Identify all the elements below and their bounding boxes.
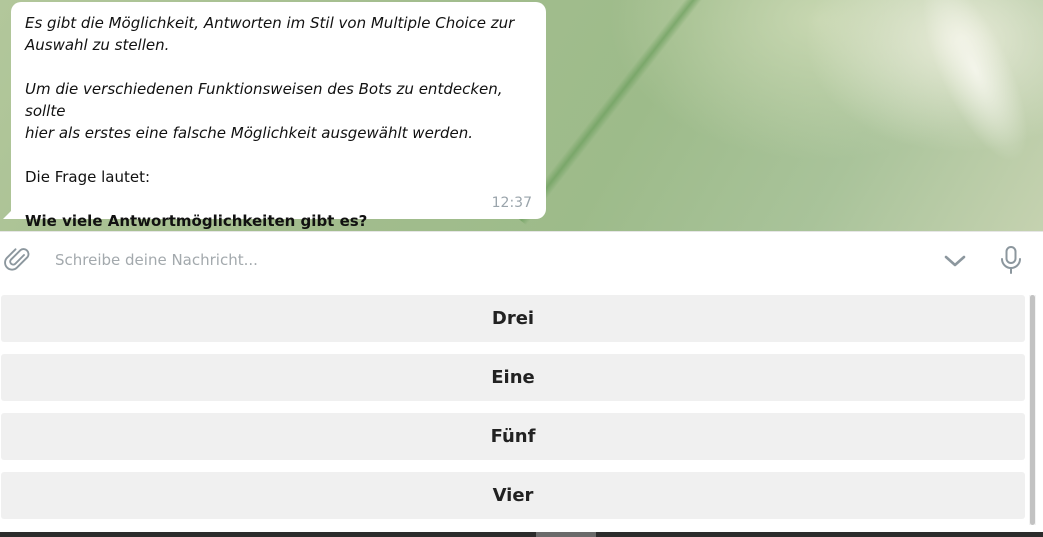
- reply-button-vier[interactable]: Vier: [1, 472, 1025, 519]
- bot-message-bubble: Es gibt die Möglichkeit, Antworten im St…: [11, 2, 546, 230]
- message-text-line: Es gibt die Möglichkeit, Antworten im St…: [25, 14, 515, 32]
- message-composer: [0, 231, 1043, 290]
- message-text-line: Um die verschiedenen Funktionsweisen des…: [25, 80, 503, 120]
- reply-button-eine[interactable]: Eine: [1, 354, 1025, 401]
- message-input[interactable]: [55, 249, 915, 271]
- message-question: Wie viele Antwortmöglichkeiten gibt es?: [25, 212, 368, 230]
- message-text-line: Auswahl zu stellen.: [25, 36, 170, 54]
- background-wallpaper-petal: [901, 0, 1043, 176]
- paperclip-icon[interactable]: [4, 246, 32, 274]
- resize-handle[interactable]: [536, 532, 596, 537]
- telegram-chat-window: Es gibt die Möglichkeit, Antworten im St…: [0, 0, 1043, 537]
- reply-button-fuenf[interactable]: Fünf: [1, 413, 1025, 460]
- message-timestamp: 12:37: [491, 195, 532, 211]
- message-text-line: Die Frage lautet:: [25, 168, 151, 186]
- microphone-icon[interactable]: [998, 245, 1024, 275]
- chevron-down-icon[interactable]: [942, 250, 968, 272]
- keyboard-scrollbar[interactable]: [1030, 295, 1035, 525]
- bottom-edge: [0, 532, 1043, 537]
- chat-history[interactable]: Es gibt die Möglichkeit, Antworten im St…: [0, 0, 1043, 231]
- reply-keyboard: Drei Eine Fünf Vier: [0, 289, 1043, 532]
- reply-button-drei[interactable]: Drei: [1, 295, 1025, 342]
- message-text-line: hier als erstes eine falsche Möglichkeit…: [25, 124, 473, 142]
